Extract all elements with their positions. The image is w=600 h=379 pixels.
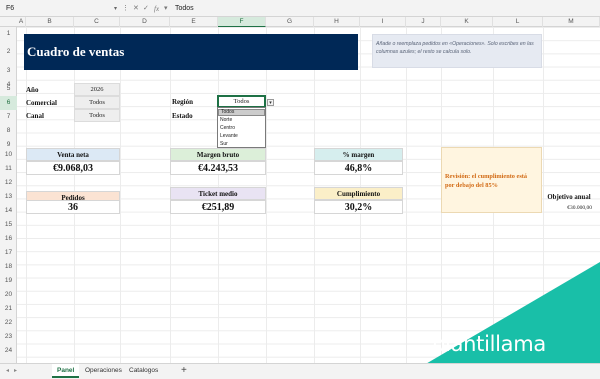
annual-goal-value[interactable]: €30.000,00 xyxy=(543,204,595,213)
chevron-down-icon[interactable]: ▾ xyxy=(164,3,168,15)
column-header-h[interactable]: H xyxy=(314,17,360,27)
gross-margin-label: Margen bruto xyxy=(170,148,266,161)
column-header-f[interactable]: F xyxy=(218,17,266,27)
commercial-value[interactable]: Todos xyxy=(74,96,120,109)
column-header-g[interactable]: G xyxy=(266,17,314,27)
tab-catalogos[interactable]: Catalogos xyxy=(124,364,163,378)
year-value[interactable]: 2026 xyxy=(74,83,120,96)
row-header-3[interactable]: 3 xyxy=(0,64,17,78)
avg-ticket-value[interactable]: €251,89 xyxy=(170,200,266,214)
brand-logo: plantillama xyxy=(432,332,546,356)
row-header-2[interactable]: 2 xyxy=(0,40,17,64)
region-dropdown-list: Todos Norte Centro Levante Sur xyxy=(217,107,266,148)
row-header-1[interactable]: 1 xyxy=(0,27,17,40)
grid-line xyxy=(266,27,267,363)
column-header-i[interactable]: I xyxy=(360,17,406,27)
cancel-icon[interactable]: ✕ xyxy=(133,3,139,15)
fulfillment-alert: Revisión: el cumplimiento está por debaj… xyxy=(441,147,542,213)
dropdown-option[interactable]: Levante xyxy=(218,133,265,140)
channel-label: Canal xyxy=(26,112,44,120)
row-header-18[interactable]: 18 xyxy=(0,260,17,274)
column-header-k[interactable]: K xyxy=(441,17,493,27)
row-header-11[interactable]: 11 xyxy=(0,162,17,176)
column-header-j[interactable]: J xyxy=(406,17,441,27)
page-title: Cuadro de ventas xyxy=(24,34,358,70)
orders-value[interactable]: 36 xyxy=(26,200,120,214)
region-label: Región xyxy=(172,98,193,106)
row-header-15[interactable]: 15 xyxy=(0,218,17,232)
row-header-20[interactable]: 20 xyxy=(0,288,17,302)
name-box[interactable]: F6 ▾ xyxy=(4,3,119,15)
function-icon[interactable]: fx xyxy=(154,3,159,15)
tab-panel[interactable]: Panel xyxy=(52,364,80,378)
row-header-6[interactable]: 6 xyxy=(0,96,17,110)
margin-pct-value[interactable]: 46,8% xyxy=(314,161,403,175)
name-box-value: F6 xyxy=(6,5,15,12)
gross-margin-value[interactable]: €4.243,53 xyxy=(170,161,266,175)
fulfillment-label: Cumplimiento xyxy=(314,187,403,200)
row-header-24[interactable]: 24 xyxy=(0,344,17,358)
dropdown-option[interactable]: Todos xyxy=(218,109,265,116)
column-header-m[interactable]: M xyxy=(543,17,600,27)
commercial-label: Comercial xyxy=(26,99,57,107)
tab-operaciones[interactable]: Operaciones xyxy=(80,364,127,378)
row-header-13[interactable]: 13 xyxy=(0,190,17,204)
dropdown-option[interactable]: Centro xyxy=(218,125,265,132)
row-header-bar: 1 2 3 4 5 6 7 8 9 10 11 12 13 14 15 16 1… xyxy=(0,27,17,363)
row-header-5[interactable]: 5 xyxy=(0,82,17,96)
formula-input[interactable]: Todos xyxy=(175,3,595,15)
confirm-icon[interactable]: ✓ xyxy=(143,3,149,15)
margin-pct-label: % margen xyxy=(314,148,403,161)
row-header-8[interactable]: 8 xyxy=(0,124,17,138)
row-header-22[interactable]: 22 xyxy=(0,316,17,330)
more-options-icon[interactable]: ⋮ xyxy=(122,3,129,15)
channel-value[interactable]: Todos xyxy=(74,109,120,122)
column-header-d[interactable]: D xyxy=(120,17,170,27)
row-header-16[interactable]: 16 xyxy=(0,232,17,246)
grid-line xyxy=(120,27,121,363)
avg-ticket-label: Ticket medio xyxy=(170,187,266,200)
column-header-b[interactable]: B xyxy=(26,17,74,27)
fulfillment-value[interactable]: 30,2% xyxy=(314,200,403,214)
row-header-12[interactable]: 12 xyxy=(0,176,17,190)
column-header-bar: A B C D E F G H I J K L M xyxy=(0,17,600,27)
row-header-21[interactable]: 21 xyxy=(0,302,17,316)
column-header-c[interactable]: C xyxy=(74,17,120,27)
dropdown-option[interactable]: Sur xyxy=(218,141,265,148)
row-header-14[interactable]: 14 xyxy=(0,204,17,218)
brand-watermark-shape xyxy=(400,262,600,379)
state-label: Estado xyxy=(172,112,193,120)
column-header-a[interactable]: A xyxy=(17,17,26,27)
row-header-23[interactable]: 23 xyxy=(0,330,17,344)
row-header-19[interactable]: 19 xyxy=(0,274,17,288)
tab-scroll-right-icon[interactable]: ▸ xyxy=(14,364,17,378)
net-sales-value[interactable]: €9.068,03 xyxy=(26,161,120,175)
add-sheet-button[interactable]: + xyxy=(181,364,187,378)
row-header-10[interactable]: 10 xyxy=(0,148,17,162)
dropdown-option[interactable]: Norte xyxy=(218,117,265,124)
formula-bar: F6 ▾ ⋮ ✕ ✓ fx ▾ Todos xyxy=(0,0,600,17)
net-sales-label: Venta neta xyxy=(26,148,120,161)
tab-scroll-left-icon[interactable]: ◂ xyxy=(6,364,9,378)
chevron-down-icon[interactable]: ▾ xyxy=(114,3,117,15)
column-header-e[interactable]: E xyxy=(170,17,218,27)
annual-goal-label: Objetivo anual xyxy=(547,194,591,201)
chevron-down-icon[interactable]: ▾ xyxy=(267,99,274,106)
year-label: Año xyxy=(26,86,39,94)
instruction-note: Añade o reemplaza pedidos en «Operacione… xyxy=(372,34,542,68)
row-header-7[interactable]: 7 xyxy=(0,110,17,124)
column-header-l[interactable]: L xyxy=(493,17,543,27)
sheet-tab-bar: ◂ ▸ Panel Operaciones Catalogos + xyxy=(0,363,600,379)
row-header-17[interactable]: 17 xyxy=(0,246,17,260)
